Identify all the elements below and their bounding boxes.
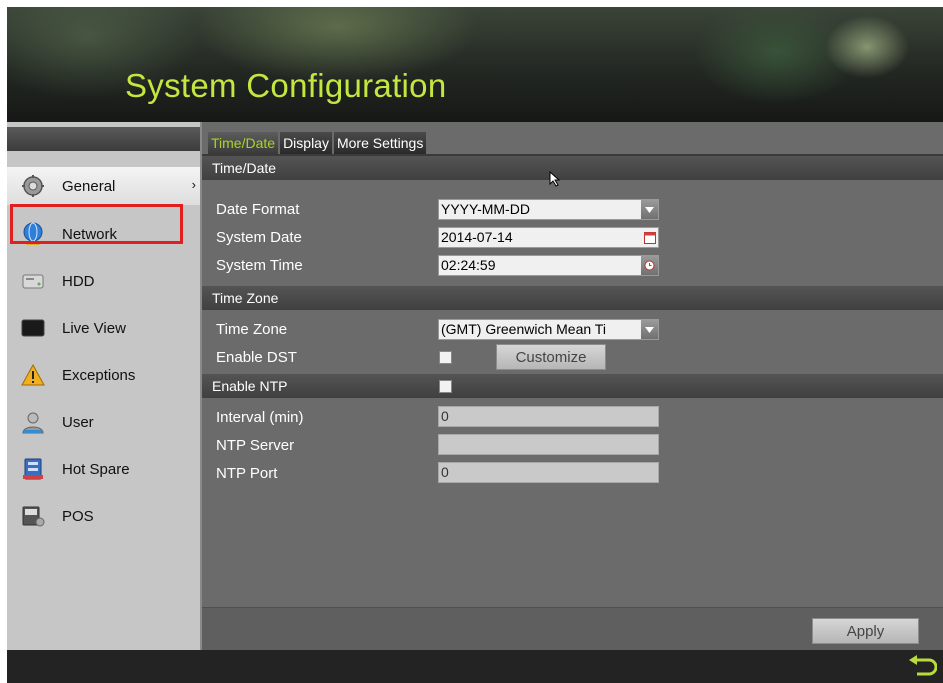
mouse-cursor-icon [549, 171, 561, 187]
sidebar-item-label: Live View [62, 320, 126, 337]
apply-button[interactable]: Apply [812, 618, 919, 644]
enable-dst-checkbox[interactable] [439, 351, 452, 364]
system-time-field[interactable]: 02:24:59 [438, 255, 659, 276]
sidebar-item-label: Hot Spare [62, 461, 130, 478]
pos-icon [22, 506, 45, 527]
chevron-down-icon[interactable] [641, 320, 658, 339]
sidebar-item-hdd[interactable]: HDD [7, 262, 200, 300]
action-bar: Apply [202, 607, 943, 651]
date-format-select[interactable]: YYYY-MM-DD [438, 199, 659, 220]
ntp-server-label: NTP Server [216, 437, 295, 454]
clock-icon[interactable] [641, 256, 658, 275]
hdd-icon [22, 274, 44, 289]
gear-icon [22, 175, 44, 197]
interval-input[interactable]: 0 [438, 406, 659, 427]
section-time-date: Time/Date [202, 156, 943, 180]
sidebar-item-label: HDD [62, 273, 95, 290]
system-configuration-window: System Configuration General › Network H… [7, 7, 943, 683]
date-format-value: YYYY-MM-DD [441, 201, 530, 217]
system-date-value: 2014-07-14 [441, 229, 513, 245]
sidebar-item-label: User [62, 414, 94, 431]
time-zone-label: Time Zone [216, 321, 288, 338]
user-icon [22, 412, 44, 434]
back-arrow-icon[interactable] [907, 654, 937, 678]
network-highlight-box [10, 204, 183, 244]
system-time-label: System Time [216, 257, 303, 274]
ntp-port-label: NTP Port [216, 465, 278, 482]
customize-button[interactable]: Customize [496, 344, 606, 370]
date-format-label: Date Format [216, 201, 300, 218]
sidebar-item-pos[interactable]: POS [7, 497, 200, 535]
header-banner: System Configuration [7, 7, 943, 122]
sidebar-item-exceptions[interactable]: Exceptions [7, 356, 200, 394]
system-date-label: System Date [216, 229, 302, 246]
sidebar-item-live-view[interactable]: Live View [7, 309, 200, 347]
sidebar-item-hot-spare[interactable]: Hot Spare [7, 450, 200, 488]
section-enable-ntp: Enable NTP [202, 374, 943, 398]
page-title: System Configuration [125, 67, 447, 104]
calendar-icon[interactable] [641, 228, 658, 247]
sidebar: General › Network HDD Live View Exceptio… [7, 122, 202, 650]
sidebar-item-label: General [62, 178, 116, 195]
system-date-field[interactable]: 2014-07-14 [438, 227, 659, 248]
enable-ntp-checkbox[interactable] [439, 380, 452, 393]
time-zone-value: (GMT) Greenwich Mean Ti [441, 321, 606, 337]
tab-display[interactable]: Display [280, 132, 332, 154]
tab-bar: Time/Date Display More Settings [208, 132, 428, 154]
main-content: Time/Date Display More Settings Time/Dat… [202, 122, 943, 651]
chevron-down-icon[interactable] [641, 200, 658, 219]
ntp-port-input[interactable]: 0 [438, 462, 659, 483]
screenshot-root: System Configuration General › Network H… [0, 0, 943, 683]
tab-more-settings[interactable]: More Settings [333, 132, 427, 154]
section-time-zone: Time Zone [202, 286, 943, 310]
sidebar-item-label: Exceptions [62, 367, 136, 384]
system-time-value: 02:24:59 [441, 257, 496, 273]
time-zone-select[interactable]: (GMT) Greenwich Mean Ti [438, 319, 659, 340]
enable-dst-label: Enable DST [216, 349, 297, 366]
chevron-right-icon: › [191, 177, 196, 192]
warning-icon [21, 363, 45, 386]
sidebar-item-general[interactable]: General › [7, 167, 200, 205]
interval-label: Interval (min) [216, 409, 304, 426]
section-title: Enable NTP [212, 378, 288, 394]
sidebar-item-label: POS [62, 508, 94, 525]
footer-bar [7, 650, 943, 683]
section-title: Time Zone [212, 290, 279, 306]
monitor-icon [21, 319, 45, 337]
tab-time-date[interactable]: Time/Date [208, 132, 279, 154]
hot-spare-icon [23, 458, 43, 480]
sidebar-item-user[interactable]: User [7, 403, 200, 441]
ntp-server-input[interactable] [438, 434, 659, 455]
sidebar-header [7, 127, 200, 151]
section-title: Time/Date [212, 160, 277, 176]
